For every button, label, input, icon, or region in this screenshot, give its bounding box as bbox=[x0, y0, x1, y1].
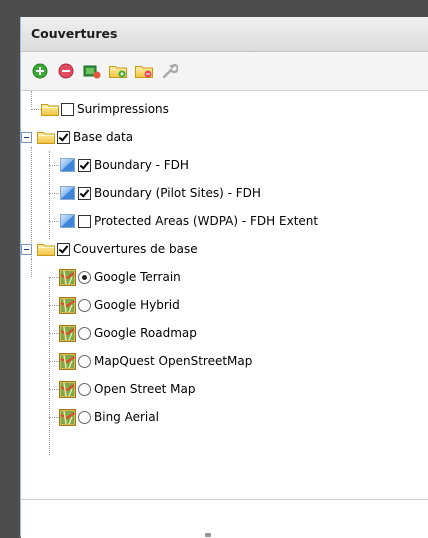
panel-footer bbox=[21, 499, 428, 538]
tree-node-label: Protected Areas (WDPA) - FDH Extent bbox=[94, 214, 319, 228]
add-layer-button[interactable] bbox=[31, 62, 49, 80]
layer-icon bbox=[59, 185, 76, 201]
tree-node-google-hybrid[interactable]: Google Hybrid bbox=[21, 291, 428, 319]
tree-node-label: Boundary (Pilot Sites) - FDH bbox=[94, 186, 261, 200]
map-icon bbox=[59, 353, 76, 370]
collapse-icon[interactable] bbox=[21, 132, 32, 143]
folder-icon bbox=[41, 102, 59, 116]
add-layer-icon bbox=[83, 65, 101, 79]
layer-icon bbox=[59, 157, 76, 173]
layer-icon bbox=[59, 213, 76, 229]
tree-node-mapquest-osm[interactable]: MapQuest OpenStreetMap bbox=[21, 347, 428, 375]
layer-tree: Surimpressions Base data Boundary - FDH … bbox=[21, 91, 428, 455]
surimpressions-checkbox[interactable] bbox=[61, 102, 74, 116]
tree-node-boundary-pilot-sites[interactable]: Boundary (Pilot Sites) - FDH bbox=[21, 179, 428, 207]
tree-node-label: MapQuest OpenStreetMap bbox=[94, 354, 253, 368]
wrench-icon bbox=[162, 63, 178, 79]
collapse-icon[interactable] bbox=[21, 244, 32, 255]
protected-areas-checkbox[interactable] bbox=[78, 214, 91, 228]
tree-node-couvertures-de-base[interactable]: Couvertures de base bbox=[21, 235, 428, 263]
map-icon bbox=[59, 269, 76, 286]
base-data-checkbox[interactable] bbox=[57, 130, 70, 144]
tree-node-label: Google Hybrid bbox=[94, 298, 180, 312]
panel-title: Couvertures bbox=[21, 17, 428, 52]
remove-icon bbox=[58, 63, 74, 79]
tree-node-label: Google Roadmap bbox=[94, 326, 197, 340]
tree-node-label: Bing Aerial bbox=[94, 410, 159, 424]
couvertures-de-base-checkbox[interactable] bbox=[57, 242, 70, 256]
mapquest-osm-radio[interactable] bbox=[78, 354, 91, 368]
tree-node-label: Boundary - FDH bbox=[94, 158, 189, 172]
google-roadmap-radio[interactable] bbox=[78, 326, 91, 340]
layer-properties-button[interactable] bbox=[161, 62, 179, 80]
add-folder-button[interactable] bbox=[109, 62, 127, 80]
open-street-map-radio[interactable] bbox=[78, 382, 91, 396]
boundary-pilot-sites-checkbox[interactable] bbox=[78, 186, 91, 200]
map-icon bbox=[59, 409, 76, 426]
map-icon bbox=[59, 297, 76, 314]
tree-node-label: Google Terrain bbox=[94, 270, 181, 284]
tree-node-google-roadmap[interactable]: Google Roadmap bbox=[21, 319, 428, 347]
tree-node-protected-areas[interactable]: Protected Areas (WDPA) - FDH Extent bbox=[21, 207, 428, 235]
map-icon bbox=[59, 381, 76, 398]
boundary-fdh-checkbox[interactable] bbox=[78, 158, 91, 172]
tree-node-bing-aerial[interactable]: Bing Aerial bbox=[21, 403, 428, 431]
tree-node-google-terrain[interactable]: Google Terrain bbox=[21, 263, 428, 291]
google-hybrid-radio[interactable] bbox=[78, 298, 91, 312]
tree-node-base-data[interactable]: Base data bbox=[21, 123, 428, 151]
layer-toolbar bbox=[21, 52, 428, 91]
layer-tree-panel: Couvertures Surimpressions Base data Bou… bbox=[20, 17, 428, 538]
tree-node-label: Base data bbox=[73, 130, 134, 144]
map-icon bbox=[59, 325, 76, 342]
add-icon bbox=[32, 63, 48, 79]
bing-aerial-radio[interactable] bbox=[78, 410, 91, 424]
resize-grip[interactable] bbox=[205, 533, 211, 537]
folder-open-icon bbox=[37, 242, 55, 256]
add-folder-icon bbox=[109, 66, 127, 78]
tree-node-boundary-fdh[interactable]: Boundary - FDH bbox=[21, 151, 428, 179]
tree-node-open-street-map[interactable]: Open Street Map bbox=[21, 375, 428, 403]
remove-layer-button[interactable] bbox=[57, 62, 75, 80]
google-terrain-radio[interactable] bbox=[78, 270, 91, 284]
remove-folder-button[interactable] bbox=[135, 62, 153, 80]
add-layer-group-button[interactable] bbox=[83, 62, 101, 80]
folder-open-icon bbox=[37, 130, 55, 144]
tree-node-surimpressions[interactable]: Surimpressions bbox=[21, 95, 428, 123]
tree-node-label: Couvertures de base bbox=[73, 242, 198, 256]
tree-node-label: Open Street Map bbox=[94, 382, 196, 396]
tree-node-label: Surimpressions bbox=[77, 102, 169, 116]
remove-folder-icon bbox=[135, 66, 153, 78]
